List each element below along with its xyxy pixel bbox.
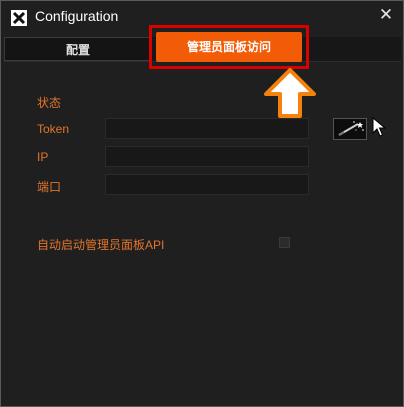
- status-label: 状态: [37, 96, 62, 110]
- ip-field[interactable]: [105, 146, 309, 167]
- mouse-cursor-icon: [372, 117, 386, 137]
- configuration-window: Configuration ✕ 配置 管理员面板访问 状态 Token IP 端…: [0, 0, 404, 407]
- token-field[interactable]: [105, 118, 309, 139]
- autostart-label: 自动启动管理员面板API: [37, 238, 165, 252]
- tab-config[interactable]: 配置: [4, 37, 152, 61]
- magic-wand-icon: [338, 121, 364, 136]
- token-label: Token: [37, 122, 70, 136]
- close-icon[interactable]: ✕: [375, 4, 397, 26]
- ip-label: IP: [37, 150, 49, 164]
- window-title: Configuration: [35, 8, 119, 24]
- generate-token-button[interactable]: [333, 118, 367, 140]
- admin-panel-content: [1, 63, 403, 406]
- tab-admin-panel-access[interactable]: 管理员面板访问: [156, 32, 302, 62]
- app-logo-icon: [11, 10, 27, 26]
- port-field[interactable]: [105, 174, 309, 195]
- port-label: 端口: [37, 180, 62, 194]
- autostart-checkbox[interactable]: [279, 237, 290, 248]
